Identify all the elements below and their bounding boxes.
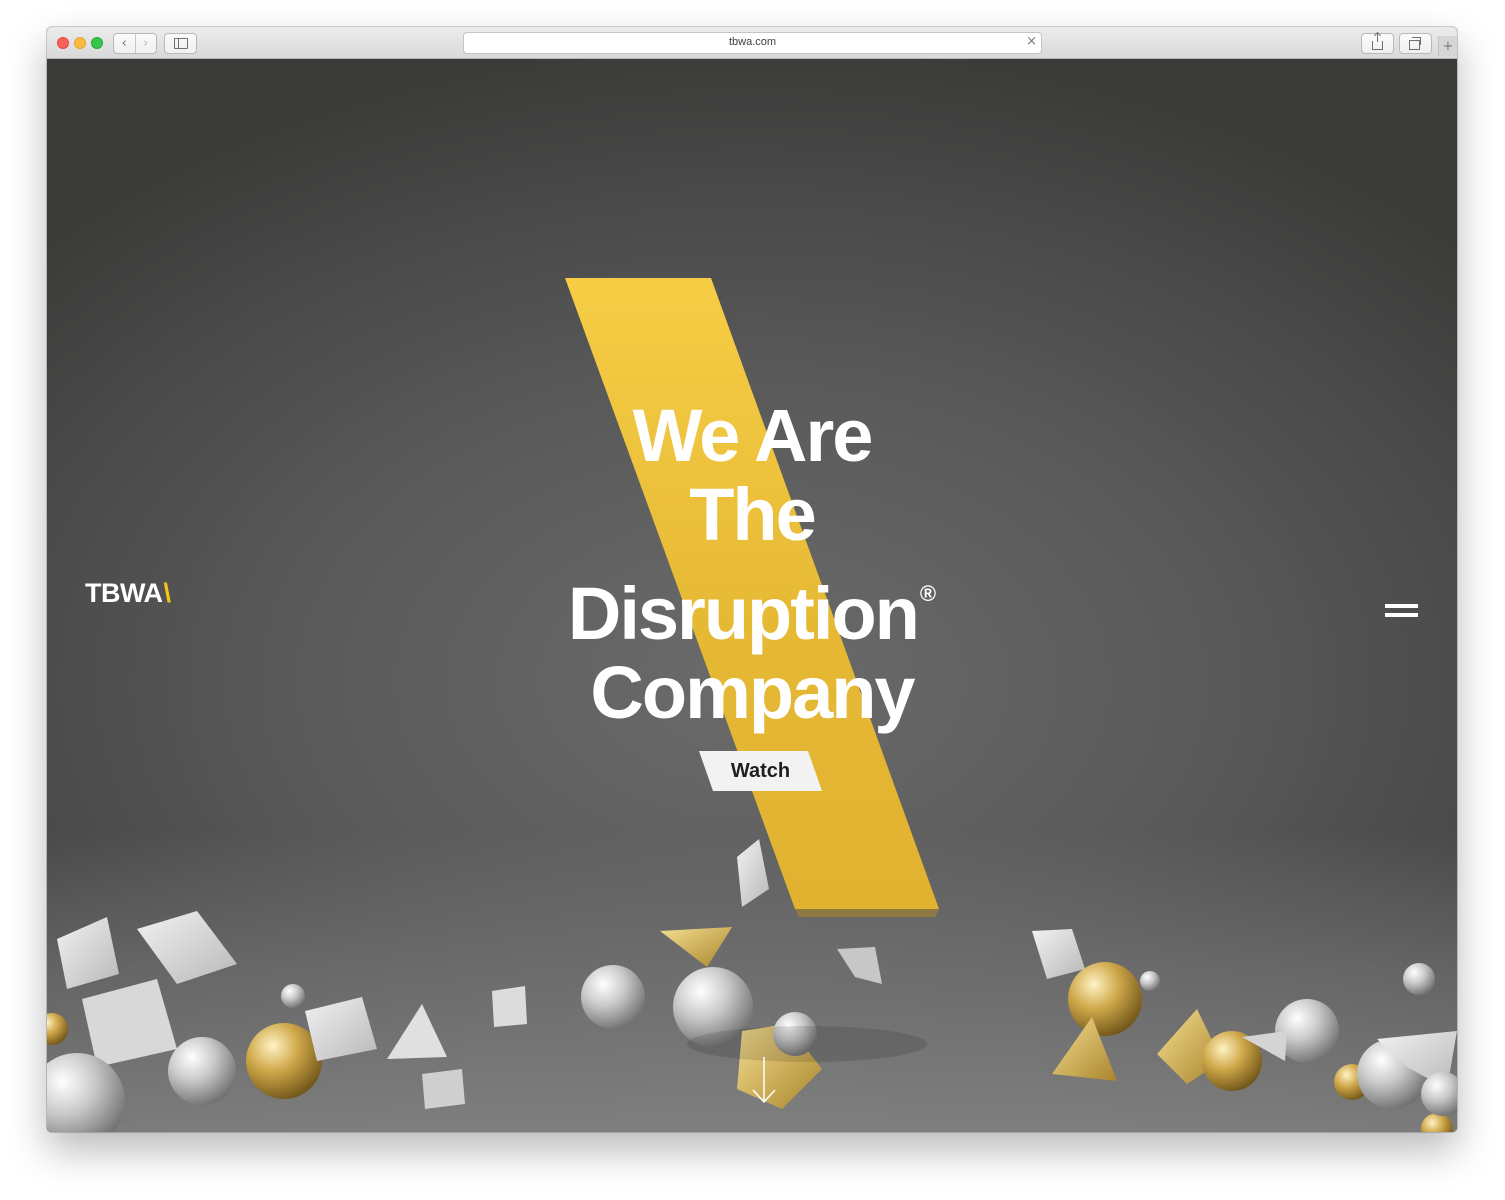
tabs-icon bbox=[1409, 36, 1421, 50]
headline-line-1: We Are bbox=[632, 394, 874, 477]
fullscreen-window-button[interactable] bbox=[91, 37, 103, 49]
share-button[interactable] bbox=[1361, 33, 1394, 54]
history-nav: ‹ › bbox=[113, 33, 157, 54]
tbwa-logo[interactable]: TBWA\ bbox=[85, 578, 171, 609]
headline-line-2: The bbox=[689, 473, 817, 556]
minimize-window-button[interactable] bbox=[74, 37, 86, 49]
share-icon bbox=[1372, 33, 1383, 50]
browser-toolbar: ‹ › tbwa.com × + bbox=[47, 27, 1457, 59]
watch-label: Watch bbox=[730, 759, 791, 782]
sidebar-toggle-button[interactable] bbox=[164, 33, 197, 54]
logo-text: TBWA bbox=[85, 578, 163, 608]
address-bar[interactable]: tbwa.com × bbox=[463, 32, 1042, 54]
close-window-button[interactable] bbox=[57, 37, 69, 49]
hamburger-icon bbox=[1385, 604, 1418, 608]
headline-line-3-wrap: Disruption® bbox=[502, 554, 1002, 653]
chevron-right-icon: › bbox=[143, 36, 149, 51]
menu-button[interactable] bbox=[1383, 601, 1419, 621]
hero-headline: We Are The Disruption® Company bbox=[502, 396, 1002, 732]
show-tabs-button[interactable] bbox=[1399, 33, 1432, 54]
close-icon[interactable]: × bbox=[1026, 34, 1037, 49]
hero-section: TBWA\ We Are The Disruption® Company Wat… bbox=[47, 59, 1457, 1132]
forward-button[interactable]: › bbox=[134, 34, 157, 53]
new-tab-button[interactable]: + bbox=[1438, 36, 1457, 56]
sidebar-icon bbox=[173, 38, 188, 49]
chevron-left-icon: ‹ bbox=[121, 36, 127, 51]
plus-icon: + bbox=[1442, 38, 1454, 54]
headline-line-4: Company bbox=[590, 651, 915, 734]
registered-mark: ® bbox=[919, 581, 937, 606]
hamburger-icon-line bbox=[1385, 613, 1418, 617]
back-button[interactable]: ‹ bbox=[114, 34, 135, 53]
url-text: tbwa.com bbox=[728, 36, 777, 48]
browser-window: ‹ › tbwa.com × + TBWA\ We Are The Disrup… bbox=[47, 27, 1457, 1132]
headline-line-3: Disruption bbox=[567, 572, 920, 655]
logo-slash: \ bbox=[163, 578, 171, 608]
arrow-down-icon[interactable] bbox=[750, 1055, 778, 1105]
watch-button[interactable]: Watch bbox=[699, 751, 822, 791]
